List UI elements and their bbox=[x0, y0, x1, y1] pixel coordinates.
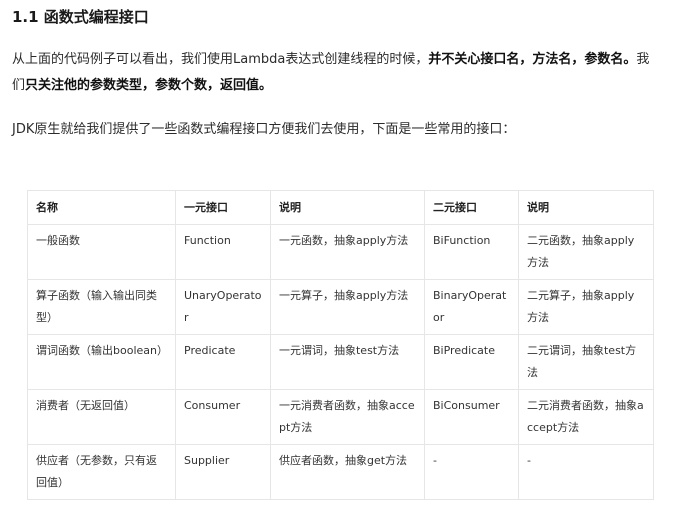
table-cell: 一元消费者函数，抽象accept方法 bbox=[270, 389, 425, 445]
header-binary-description: 说明 bbox=[518, 190, 654, 225]
intro-text-bold-2: 只关注他的参数类型，参数个数，返回值。 bbox=[25, 78, 273, 93]
table-row: 谓词函数（输出boolean） Predicate 一元谓词，抽象test方法 … bbox=[27, 334, 654, 390]
table-cell: BiConsumer bbox=[424, 389, 519, 445]
table-cell: 供应者函数，抽象get方法 bbox=[270, 444, 425, 500]
table-cell: 消费者（无返回值） bbox=[27, 389, 176, 445]
table-cell: 一元算子，抽象apply方法 bbox=[270, 279, 425, 335]
table-cell: 二元函数，抽象apply方法 bbox=[518, 224, 654, 280]
table-cell: 供应者（无参数，只有返回值） bbox=[27, 444, 176, 500]
intro-text-bold-1: 并不关心接口名，方法名，参数名。 bbox=[428, 52, 637, 67]
header-unary-description: 说明 bbox=[270, 190, 425, 225]
table-cell: 二元消费者函数，抽象accept方法 bbox=[518, 389, 654, 445]
table-cell: 一元谓词，抽象test方法 bbox=[270, 334, 425, 390]
table-cell: UnaryOperator bbox=[175, 279, 271, 335]
table-cell: 算子函数（输入输出同类型） bbox=[27, 279, 176, 335]
table-row: 一般函数 Function 一元函数，抽象apply方法 BiFunction … bbox=[27, 224, 654, 280]
table-cell: Predicate bbox=[175, 334, 271, 390]
table-cell: Consumer bbox=[175, 389, 271, 445]
table-cell: BiFunction bbox=[424, 224, 519, 280]
table-cell: BinaryOperator bbox=[424, 279, 519, 335]
intro-paragraph: 从上面的代码例子可以看出，我们使用Lambda表达式创建线程的时候，并不关心接口… bbox=[12, 47, 662, 99]
interfaces-table: 名称 一元接口 说明 二元接口 说明 一般函数 Function 一元函数，抽象… bbox=[27, 190, 654, 500]
jdk-paragraph: JDK原生就给我们提供了一些函数式编程接口方便我们去使用，下面是一些常用的接口： bbox=[12, 122, 516, 137]
header-name: 名称 bbox=[27, 190, 176, 225]
table-row: 算子函数（输入输出同类型） UnaryOperator 一元算子，抽象apply… bbox=[27, 279, 654, 335]
table-cell: 二元算子，抽象apply方法 bbox=[518, 279, 654, 335]
table-cell: Supplier bbox=[175, 444, 271, 500]
section-heading: 1.1 函数式编程接口 bbox=[12, 8, 149, 26]
table-row: 供应者（无参数，只有返回值） Supplier 供应者函数，抽象get方法 - … bbox=[27, 444, 654, 500]
intro-text-normal: 从上面的代码例子可以看出，我们使用Lambda表达式创建线程的时候， bbox=[12, 52, 429, 67]
table-cell: 一般函数 bbox=[27, 224, 176, 280]
table-cell: BiPredicate bbox=[424, 334, 519, 390]
table-cell: 二元谓词，抽象test方法 bbox=[518, 334, 654, 390]
interfaces-table-container: 名称 一元接口 说明 二元接口 说明 一般函数 Function 一元函数，抽象… bbox=[27, 190, 654, 500]
table-cell: 一元函数，抽象apply方法 bbox=[270, 224, 425, 280]
table-cell: - bbox=[518, 444, 654, 500]
header-unary-interface: 一元接口 bbox=[175, 190, 271, 225]
table-cell: Function bbox=[175, 224, 271, 280]
table-cell: 谓词函数（输出boolean） bbox=[27, 334, 176, 390]
table-row: 消费者（无返回值） Consumer 一元消费者函数，抽象accept方法 Bi… bbox=[27, 389, 654, 445]
table-header-row: 名称 一元接口 说明 二元接口 说明 bbox=[27, 190, 654, 225]
table-cell: - bbox=[424, 444, 519, 500]
header-binary-interface: 二元接口 bbox=[424, 190, 519, 225]
